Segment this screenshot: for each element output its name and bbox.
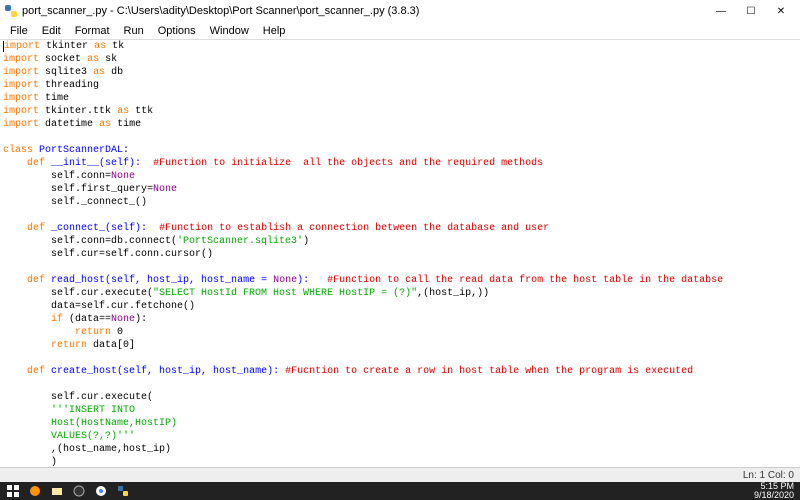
start-button[interactable] [6,484,20,498]
menu-format[interactable]: Format [69,24,116,38]
taskbar: 5:15 PM 9/18/2020 [0,482,800,500]
close-button[interactable]: ✕ [766,1,796,21]
menu-window[interactable]: Window [204,24,255,38]
minimize-button[interactable]: — [706,1,736,21]
menu-options[interactable]: Options [152,24,202,38]
title-bar: port_scanner_.py - C:\Users\adity\Deskto… [0,0,800,22]
menu-edit[interactable]: Edit [36,24,67,38]
menu-file[interactable]: File [4,24,34,38]
cursor-position: Ln: 1 Col: 0 [743,470,794,481]
idle-icon[interactable] [116,484,130,498]
menu-run[interactable]: Run [118,24,150,38]
code-editor[interactable]: import tkinter as tk import socket as sk… [0,40,800,467]
maximize-button[interactable]: ☐ [736,1,766,21]
chrome-icon[interactable] [94,484,108,498]
status-bar: Ln: 1 Col: 0 [0,467,800,482]
menu-help[interactable]: Help [257,24,292,38]
taskbar-left [0,484,130,498]
obs-icon[interactable] [72,484,86,498]
tray-date: 9/18/2020 [754,491,794,500]
python-icon [4,4,18,18]
window-controls: — ☐ ✕ [706,1,796,21]
menu-bar: File Edit Format Run Options Window Help [0,22,800,40]
firefox-icon[interactable] [28,484,42,498]
explorer-icon[interactable] [50,484,64,498]
window-title: port_scanner_.py - C:\Users\adity\Deskto… [22,5,706,17]
system-tray[interactable]: 5:15 PM 9/18/2020 [754,482,800,500]
